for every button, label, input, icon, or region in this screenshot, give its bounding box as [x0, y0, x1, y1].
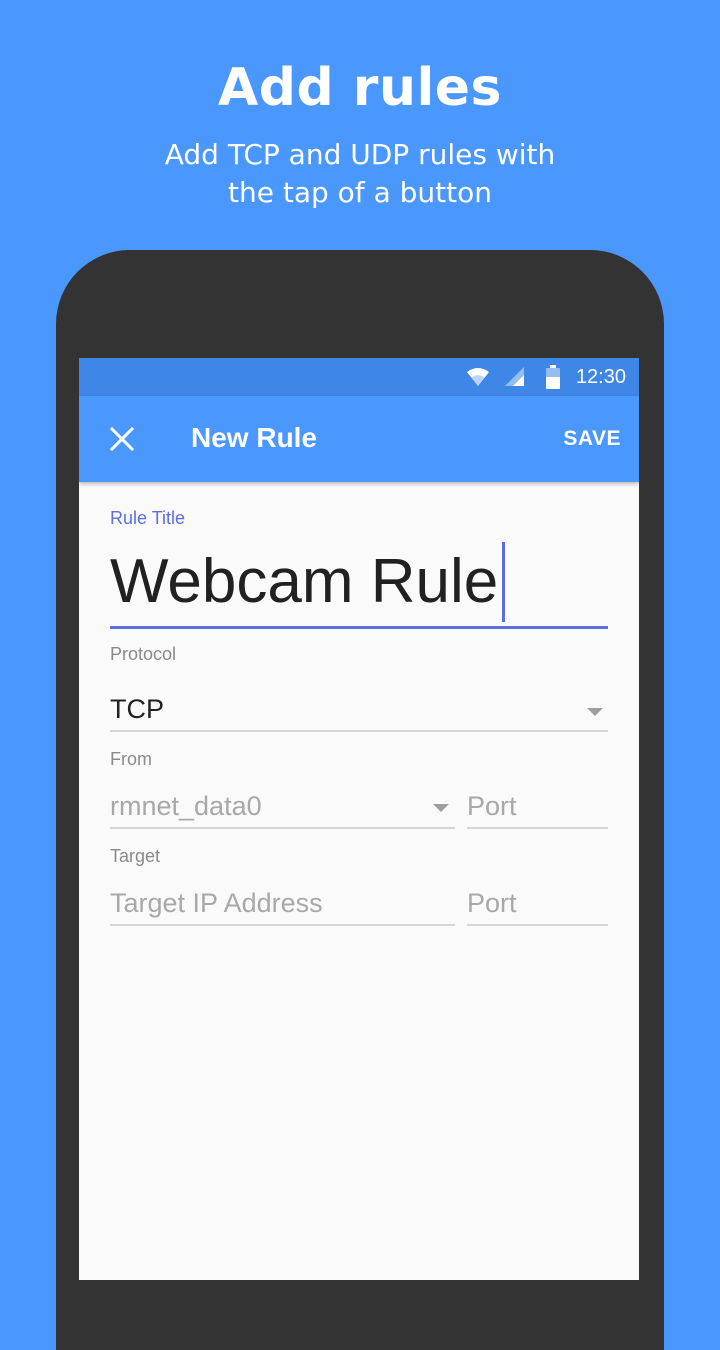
- rule-title-value: Webcam Rule: [110, 547, 499, 616]
- text-cursor: [502, 542, 505, 622]
- app-bar: New Rule SAVE: [79, 396, 639, 482]
- cell-signal-icon: [505, 367, 524, 386]
- app-title: New Rule: [191, 422, 318, 453]
- rule-title-input[interactable]: Webcam Rule: [110, 542, 608, 628]
- from-port-placeholder: Port: [467, 791, 517, 821]
- promo-subtitle: Add TCP and UDP rules with the tap of a …: [0, 136, 720, 212]
- wifi-icon: [467, 368, 489, 386]
- from-port-underline: [467, 827, 608, 829]
- target-port-placeholder: Port: [467, 888, 517, 918]
- from-label: From: [110, 749, 152, 769]
- promo-subtitle-line2: the tap of a button: [228, 176, 492, 209]
- save-button[interactable]: SAVE: [563, 427, 621, 451]
- target-label: Target: [110, 846, 161, 866]
- protocol-value: TCP: [110, 694, 164, 724]
- close-icon[interactable]: [109, 426, 135, 452]
- promo-subtitle-line1: Add TCP and UDP rules with: [164, 138, 556, 171]
- battery-icon: [546, 365, 560, 389]
- rule-title-underline: [110, 626, 608, 629]
- from-interface-value: rmnet_data0: [110, 791, 262, 821]
- rule-title-label: Rule Title: [110, 508, 186, 528]
- chevron-down-icon: [433, 804, 449, 812]
- protocol-underline: [110, 730, 608, 732]
- phone-screen: 12:30 New Rule SAVE Rule Title Webcam Ru…: [79, 358, 639, 1280]
- target-port-underline: [467, 924, 608, 926]
- target-ip-underline: [110, 924, 455, 926]
- status-bar: 12:30: [79, 358, 639, 396]
- target-ip-placeholder: Target IP Address: [110, 888, 323, 918]
- chevron-down-icon: [587, 708, 603, 716]
- promo-title: Add rules: [218, 58, 502, 118]
- protocol-label: Protocol: [110, 644, 177, 664]
- status-time: 12:30: [575, 366, 626, 388]
- from-interface-underline: [110, 827, 455, 829]
